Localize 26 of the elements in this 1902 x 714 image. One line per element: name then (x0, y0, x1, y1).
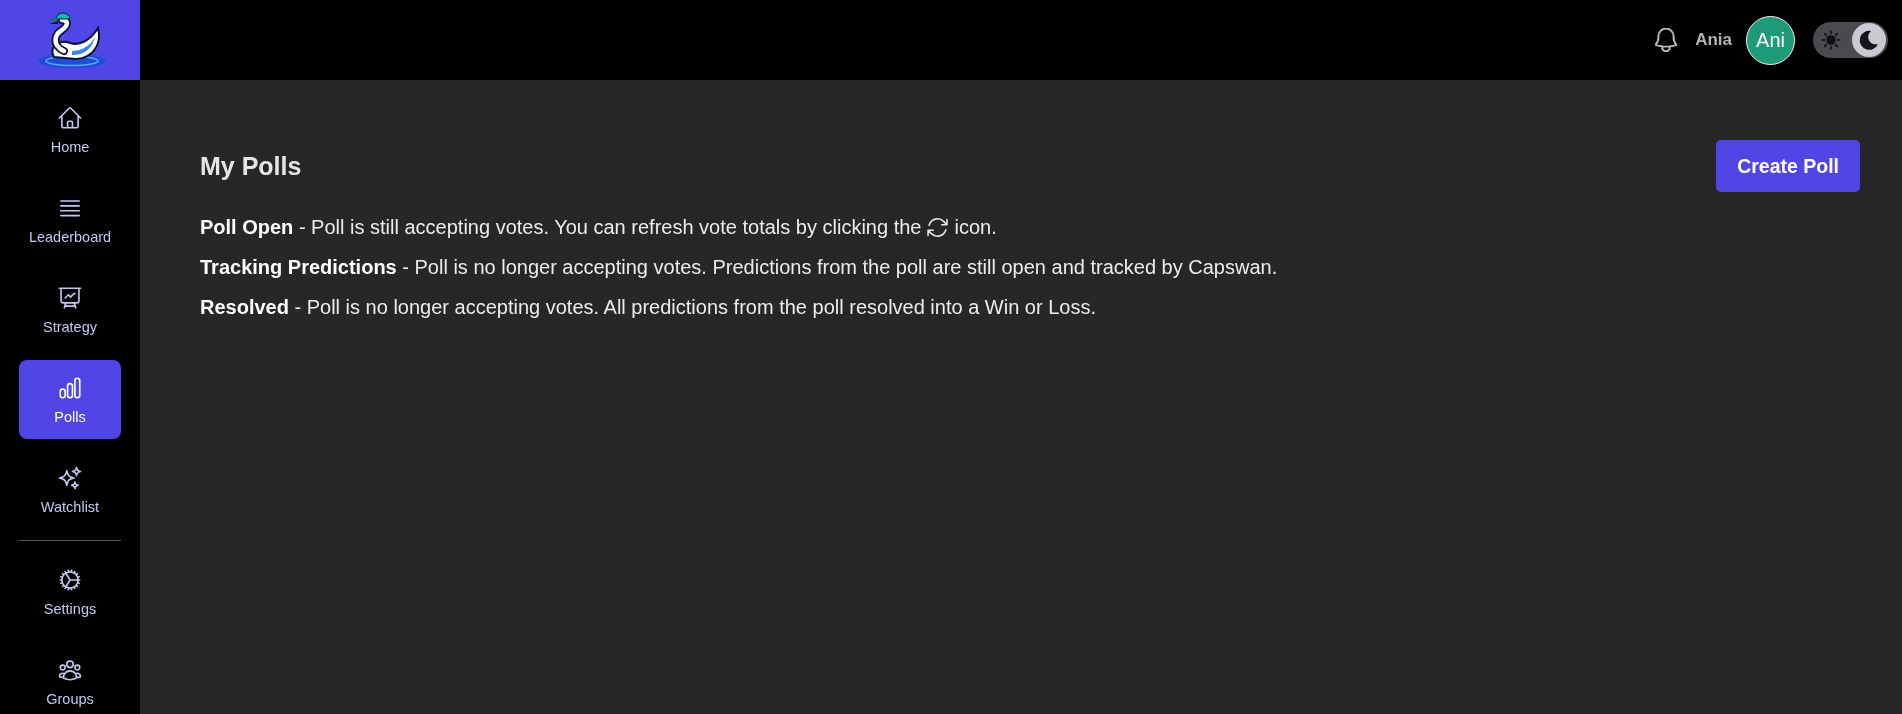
create-poll-button[interactable]: Create Poll (1716, 140, 1860, 192)
sidebar-item[interactable]: Leaderboard (19, 180, 121, 259)
page-title: My Polls (200, 151, 302, 181)
sidebar-item[interactable]: Groups (19, 642, 121, 714)
sparkles-icon (57, 465, 83, 491)
status-description: Resolved - Poll is no longer accepting votes. All predictions from the poll resolved into a Win or Loss. (200, 295, 1096, 319)
bell-icon[interactable] (1655, 28, 1678, 52)
status-description: icon. (954, 215, 997, 239)
presentation-chart-icon (57, 285, 83, 311)
sidebar-item[interactable]: Strategy (19, 270, 121, 349)
sidebar-item[interactable]: Polls (19, 360, 121, 439)
home-icon (57, 105, 83, 131)
sidebar-item[interactable]: Home (19, 90, 121, 169)
refresh-icon (927, 216, 949, 238)
theme-toggle[interactable] (1813, 22, 1888, 58)
moon-icon (1852, 23, 1886, 57)
sun-icon (1821, 30, 1841, 50)
settings-icon (57, 567, 83, 593)
user-name: Ania (1695, 30, 1732, 50)
users-icon (57, 657, 83, 683)
sidebar-item[interactable]: Watchlist (19, 450, 121, 529)
status-description: Poll Open - Poll is still accepting votes. You can refresh vote totals by clicking the (200, 215, 922, 239)
bar-chart-icon (57, 375, 83, 401)
user-avatar[interactable]: Ani (1746, 15, 1795, 65)
sidebar-item[interactable]: Settings (19, 552, 121, 631)
status-description: Tracking Predictions - Poll is no longer accepting votes. Predictions from the poll are still open and tracked by Capswan. (200, 255, 1278, 279)
